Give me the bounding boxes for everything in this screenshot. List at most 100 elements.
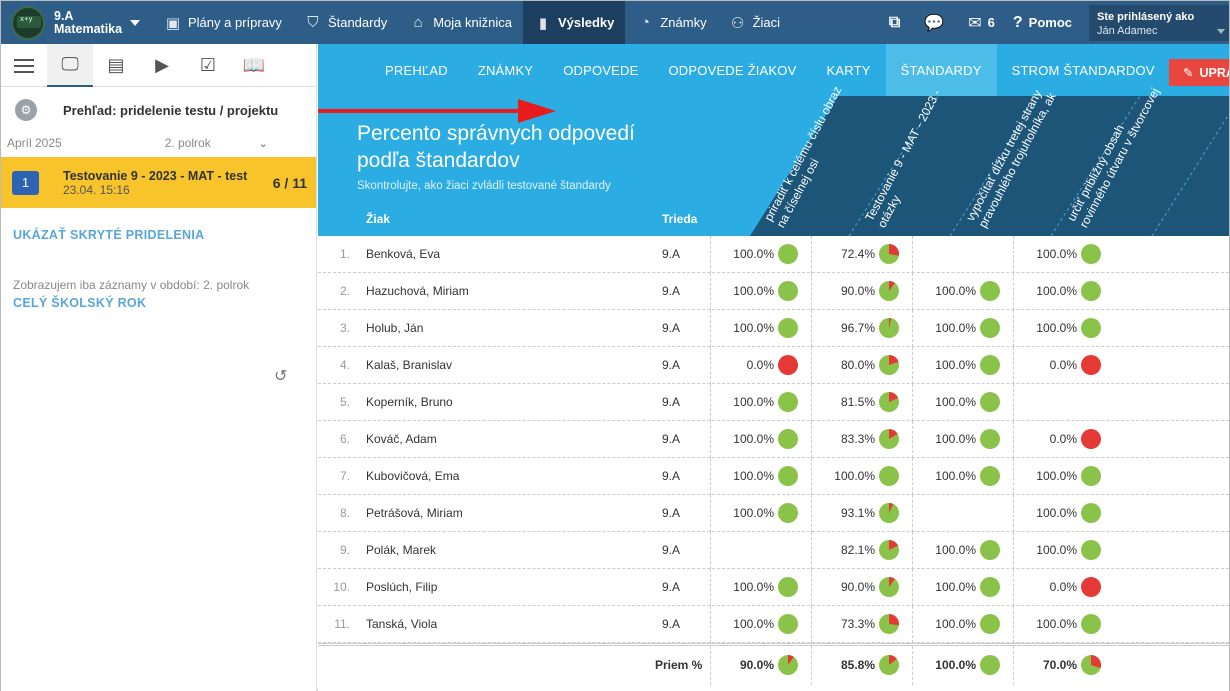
score-cell: 100.0% [1013,273,1113,310]
tab-0[interactable]: PREHĽAD [370,44,463,96]
table-row[interactable]: 2. Hazuchová, Miriam 9.A 100.0% 90.0% 100.0% 1… [318,273,1229,310]
sidebar-title: Prehľad: pridelenie testu / projektu [63,102,279,118]
table-row[interactable]: 6. Kováč, Adam 9.A 100.0% 83.3% 100.0% 0.0% [318,421,1229,458]
row-index: 5. [339,395,350,409]
column-header-class: Trieda [662,212,698,226]
whole-year-link[interactable]: CELÝ ŠKOLSKÝ ROK [1,296,316,310]
table-row[interactable]: 10. Poslúch, Filip 9.A 100.0% 90.0% 100.0% 0.0… [318,569,1229,606]
table-row[interactable]: 5. Koperník, Bruno 9.A 100.0% 81.5% 100.0% [318,384,1229,421]
score-pie-icon [879,540,899,560]
nav-item-3[interactable]: ▮ Výsledky [522,1,626,44]
menu-button[interactable] [1,44,47,87]
checklist-icon: ☑ [199,55,217,75]
tab-2[interactable]: ODPOVEDE [548,44,653,96]
table-row[interactable]: 4. Kalaš, Branislav 9.A 0.0% 80.0% 100.0% 0.0% [318,347,1229,384]
messages-button[interactable]: ✉ 6 [959,13,1004,33]
student-class: 9.A [662,358,681,372]
period-selector[interactable]: Apríl 2025 2. polrok ⌄ [1,133,316,153]
score-pie-icon [980,281,1000,301]
score-pie-icon [980,466,1000,486]
score-cell: 100.0% [710,421,810,458]
average-cell: 90.0% [710,646,810,685]
period-semester: 2. polrok [164,136,211,150]
nav-item-2[interactable]: ⌂ Moja knižnica [398,1,523,44]
table-row[interactable]: 9. Polák, Marek 9.A 82.1% 100.0% 100.0% [318,532,1229,569]
score-cell: 100.0% [710,458,810,495]
assignment-date: 23.04. 15:16 [63,182,130,197]
row-index: 2. [339,284,350,298]
student-name: Holub, Ján [366,321,424,335]
period-month: Apríl 2025 [7,136,62,150]
score-percent: 100.0% [733,617,774,631]
main-content: PREHĽAD ZNÁMKY ODPOVEDE ODPOVEDE ŽIAKOV KART… [318,44,1229,691]
table-row[interactable]: 7. Kubovičová, Ema 9.A 100.0% 100.0% 100.0% 10… [318,458,1229,495]
nav-item-0[interactable]: ▣ Plány a prípravy [153,1,293,44]
score-percent: 93.1% [840,506,875,520]
monitor-check-icon: 🖵 [61,54,79,74]
tab-overview[interactable]: 🖵 [47,44,93,87]
score-pie-icon [879,318,899,338]
score-percent: 90.0% [840,580,875,594]
student-name: Petrášová, Miriam [366,506,463,520]
score-percent: 100.0% [935,617,976,631]
tab-backpack[interactable]: ▤ [93,44,139,87]
show-hidden-link[interactable]: UKÁZAŤ SKRYTÉ PRIDELENIA [1,228,316,242]
score-percent: 100.0% [935,580,976,594]
tab-5[interactable]: ŠTANDARDY [885,44,997,96]
table-row[interactable]: 11. Tanská, Viola 9.A 100.0% 73.3% 100.0% 100.… [318,606,1229,643]
student-class: 9.A [662,395,681,409]
table-row[interactable]: 3. Holub, Ján 9.A 100.0% 96.7% 100.0% 100.0% [318,310,1229,347]
score-pie-icon [879,281,899,301]
score-pie-icon [980,355,1000,375]
score-cell [1013,384,1113,421]
score-percent: 100.0% [1036,469,1077,483]
score-pie-icon [1081,355,1101,375]
history-icon[interactable]: ↺ [274,366,287,386]
score-cell: 100.0% [912,458,1012,495]
table-row[interactable]: 8. Petrášová, Miriam 9.A 100.0% 93.1% 100.0% [318,495,1229,532]
envelope-icon: ✉ [968,14,982,32]
assignment-item[interactable]: 1 Testovanie 9 - 2023 - MAT - test 23.04… [1,157,316,208]
nav-item-5[interactable]: ⚇ Žiaci [718,1,791,44]
row-index: 11. [334,617,350,631]
tab-tasks[interactable]: ☑ [185,44,231,87]
student-name: Polák, Marek [366,543,437,557]
banner-subtitle: Skontrolujte, ako žiaci zvládli testovan… [357,180,611,192]
score-percent: 100.0% [733,247,774,261]
score-pie-icon [778,244,798,264]
screen-share-button[interactable]: ⧉ [880,14,915,32]
student-class: 9.A [662,247,681,261]
score-cell: 90.0% [811,569,911,606]
score-pie-icon [778,503,798,523]
nav-item-4[interactable]: ◔ Známky [625,1,717,44]
user-menu[interactable]: Ste prihlásený ako Ján Adamec [1089,4,1229,41]
score-pie-icon [1081,577,1101,597]
score-percent: 100.0% [733,469,774,483]
sidebar-toolbar: 🖵 ▤ ▶ ☑ 📖 [1,44,316,87]
shield-icon: ⛉ [307,14,319,31]
tab-4[interactable]: KARTY [811,44,885,96]
average-label: Priem % [655,658,703,672]
score-cell: 93.1% [811,495,911,532]
score-cell: 100.0% [912,569,1012,606]
score-percent: 73.3% [840,617,875,631]
edit-button[interactable]: ✎UPRA [1169,59,1229,86]
table-row[interactable]: 1. Benková, Eva 9.A 100.0% 72.4% 100.0% [318,236,1229,273]
average-row: Priem % 90.0% 85.8% 100.0% 70.0% [318,643,1229,685]
chat-button[interactable]: 💬 [915,13,959,33]
score-pie-icon [778,655,798,675]
score-percent: 100.0% [1036,247,1077,261]
tab-1[interactable]: ZNÁMKY [463,44,548,96]
score-percent: 100.0% [733,580,774,594]
tab-video[interactable]: ▶ [139,44,185,87]
period-note: Zobrazujem iba záznamy v období: 2. polr… [13,278,250,292]
score-pie-icon [1081,429,1101,449]
score-cell: 100.0% [1013,532,1113,569]
class-selector[interactable]: 9.A Matematika [1,1,153,44]
nav-item-1[interactable]: ⛉ Štandardy [293,1,398,44]
score-percent: 81.5% [840,395,875,409]
tab-reading[interactable]: 📖 [231,44,277,87]
tab-3[interactable]: ODPOVEDE ŽIAKOV [653,44,811,96]
score-percent: 100.0% [935,469,976,483]
help-button[interactable]: ? Pomoc [1004,14,1081,32]
